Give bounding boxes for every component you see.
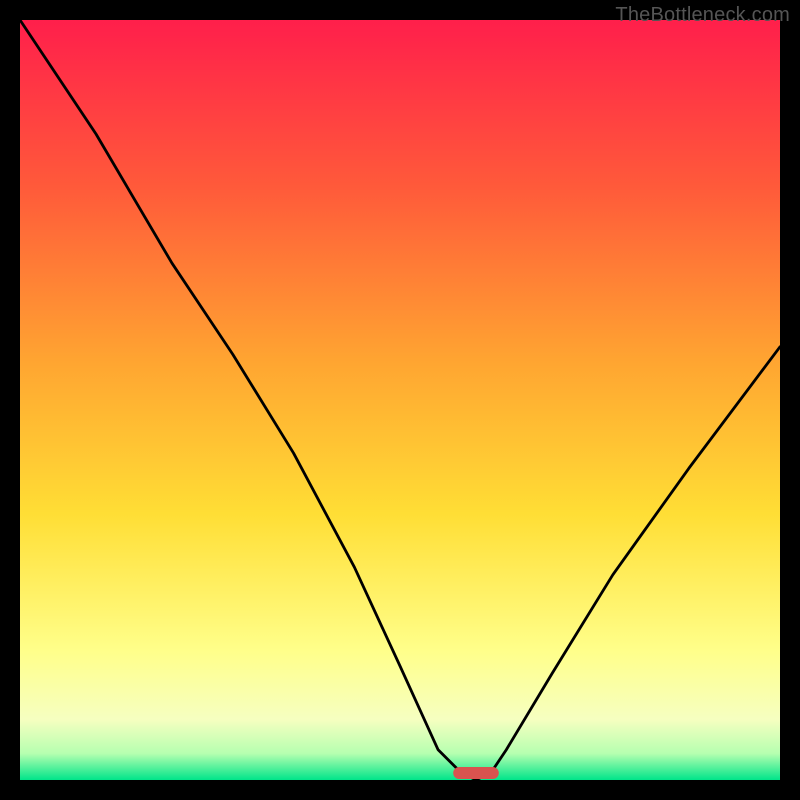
chart-frame: TheBottleneck.com [0,0,800,800]
watermark-text: TheBottleneck.com [615,4,790,27]
optimal-marker [453,767,499,779]
plot-area [20,20,780,780]
bottleneck-chart [20,20,780,780]
